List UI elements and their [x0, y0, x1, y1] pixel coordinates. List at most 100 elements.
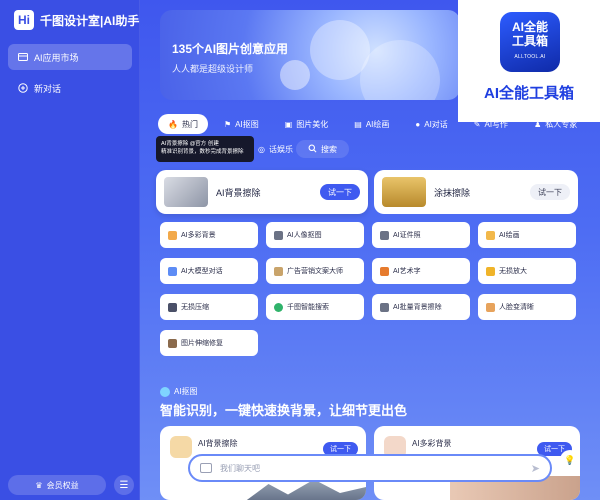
search-circle-icon — [274, 302, 283, 312]
logo-text: 千图设计室|AI助手 — [40, 13, 140, 28]
app-store-icon — [18, 52, 28, 62]
game-icon: ◎ — [258, 144, 265, 154]
app-logo[interactable]: Hi 千图设计室|AI助手 — [14, 10, 139, 30]
send-icon[interactable]: ➤ — [531, 462, 540, 475]
member-benefits-label: 会员权益 — [46, 480, 79, 490]
face-icon — [486, 302, 495, 312]
image-icon: ▣ — [284, 119, 293, 129]
tab-entertainment[interactable]: ◎ 话娱乐 — [258, 140, 293, 158]
tool-label: AI多彩背景 — [181, 232, 216, 239]
overlay-title: AI全能工具箱 — [483, 85, 574, 102]
tab-label: AI绘画 — [365, 119, 390, 129]
fire-icon: 🔥 — [168, 119, 178, 129]
feature-card-title: AI背景擦除 — [198, 439, 238, 448]
hero-banner[interactable]: 135个AI图片创意应用 人人都是超级设计师 — [160, 10, 460, 100]
tool-smart-search[interactable]: 千图智能搜索 — [266, 294, 364, 320]
chat-bubble-icon — [168, 266, 177, 276]
logo-line: 工具箱 — [511, 34, 548, 48]
tool-face-enhance[interactable]: 人脸变清晰 — [478, 294, 576, 320]
painting-icon — [486, 230, 495, 240]
menu-button[interactable]: ☰ — [114, 475, 134, 495]
bulb-button[interactable]: 💡 — [560, 450, 580, 470]
car-thumbnail — [164, 177, 208, 207]
tab-label: 搜索 — [321, 144, 337, 154]
featured-card-bg-remove[interactable]: AI背景擦除 试一下 — [156, 170, 368, 214]
tool-lossless-compress[interactable]: 无损压缩 — [160, 294, 258, 320]
tool-label: AI批量背景擦除 — [393, 304, 442, 311]
tool-ai-colorful-bg[interactable]: AI多彩背景 — [160, 222, 258, 248]
tooltip-line: 精准识别背景，数秒完成背景擦除 — [161, 149, 244, 155]
landscape-thumbnail — [382, 177, 426, 207]
tool-label: AI绘画 — [499, 232, 520, 239]
section-tag: AI抠图 — [160, 386, 198, 397]
tool-label: AI大模型对话 — [181, 268, 223, 275]
alltool-overlay: AI全能 工具箱 ALLTOOL.AI AI全能工具箱 — [458, 0, 600, 122]
tool-label: 人脸变清晰 — [499, 304, 534, 311]
tool-label: 图片伸缩修复 — [181, 340, 223, 347]
stretch-icon — [168, 338, 177, 348]
featured-card-smear-erase[interactable]: 涂抹擦除 试一下 — [374, 170, 578, 214]
tool-image-stretch-repair[interactable]: 图片伸缩修复 — [160, 330, 258, 356]
tab-label: 图片美化 — [296, 119, 329, 129]
id-photo-icon — [380, 230, 389, 240]
menu-icon: ☰ — [119, 479, 129, 491]
brush-icon: ▤ — [354, 119, 362, 129]
tab-label: 热门 — [181, 119, 198, 129]
tool-ai-painting[interactable]: AI绘画 — [478, 222, 576, 248]
tool-label: 千图智能搜索 — [287, 304, 329, 311]
feature-card-title: AI多彩背景 — [412, 439, 452, 448]
tool-label: AI人像抠图 — [287, 232, 322, 239]
batch-icon — [380, 302, 389, 312]
card-title: AI背景擦除 — [216, 187, 261, 198]
tab-ai-chat[interactable]: ● AI对话 — [405, 114, 457, 134]
logo-mark: Hi — [14, 10, 34, 30]
tab-ai-painting[interactable]: ▤ AI绘画 — [344, 114, 399, 134]
tool-label: 无损放大 — [499, 268, 527, 275]
art-text-icon — [380, 266, 389, 276]
image-upload-icon[interactable] — [200, 463, 212, 473]
sidebar: Hi 千图设计室|AI助手 AI应用市场 新对话 ♛ 会员权益 ☰ — [0, 0, 140, 500]
chat-input[interactable] — [220, 463, 523, 473]
tool-label: 无损压缩 — [181, 304, 209, 311]
card-title: 涂抹擦除 — [434, 187, 471, 198]
lightbulb-icon: 💡 — [564, 454, 576, 465]
tab-image-beautify[interactable]: ▣ 图片美化 — [275, 114, 339, 134]
sidebar-item-app-market[interactable]: AI应用市场 — [8, 44, 132, 70]
palette-icon — [168, 230, 177, 240]
banner-decoration — [280, 60, 310, 90]
banner-decoration — [360, 40, 440, 100]
plus-circle-icon — [18, 83, 28, 93]
try-button[interactable]: 试一下 — [530, 184, 570, 200]
member-benefits-button[interactable]: ♛ 会员权益 — [8, 475, 106, 495]
tool-lossless-upscale[interactable]: 无损放大 — [478, 258, 576, 284]
tool-ad-copywriter[interactable]: 广告营销文案大师 — [266, 258, 364, 284]
chat-bar: ➤ — [188, 454, 552, 482]
tool-ai-llm-chat[interactable]: AI大模型对话 — [160, 258, 258, 284]
sidebar-item-new-chat[interactable]: 新对话 — [8, 75, 132, 101]
tab-hot[interactable]: 🔥 热门 — [158, 114, 208, 134]
tab-label: 话娱乐 — [268, 144, 293, 154]
search-icon — [308, 144, 317, 155]
tab-label: AI对话 — [424, 119, 448, 129]
sidebar-item-label: 新对话 — [34, 83, 62, 94]
tool-batch-bg-remove[interactable]: AI批量背景擦除 — [372, 294, 470, 320]
compress-icon — [168, 302, 177, 312]
tool-ai-id-photo[interactable]: AI证件照 — [372, 222, 470, 248]
document-icon — [274, 266, 283, 276]
section-title: 智能识别，一键快速换背景，让细节更出色 — [160, 403, 408, 418]
tooltip: AI背景擦除 @官方 创建 精准识别背景，数秒完成背景擦除 — [156, 136, 254, 162]
section-tag-icon — [160, 386, 170, 397]
logo-url: ALLTOOL.AI — [514, 54, 546, 60]
tooltip-line: AI背景擦除 @官方 创建 — [161, 141, 219, 147]
tool-ai-art-text[interactable]: AI艺术字 — [372, 258, 470, 284]
chat-icon: ● — [415, 119, 421, 129]
tool-ai-portrait-cutout[interactable]: AI人像抠图 — [266, 222, 364, 248]
upscale-icon — [486, 266, 495, 276]
try-button[interactable]: 试一下 — [320, 184, 360, 200]
tool-label: AI证件照 — [393, 232, 421, 239]
logo-line: AI全能 — [511, 20, 548, 34]
tool-label: AI艺术字 — [393, 268, 421, 275]
tab-search[interactable]: 搜索 — [296, 140, 349, 158]
bg-remove-icon — [170, 436, 192, 458]
tab-ai-cutout[interactable]: ⚑ AI抠图 — [214, 114, 269, 134]
